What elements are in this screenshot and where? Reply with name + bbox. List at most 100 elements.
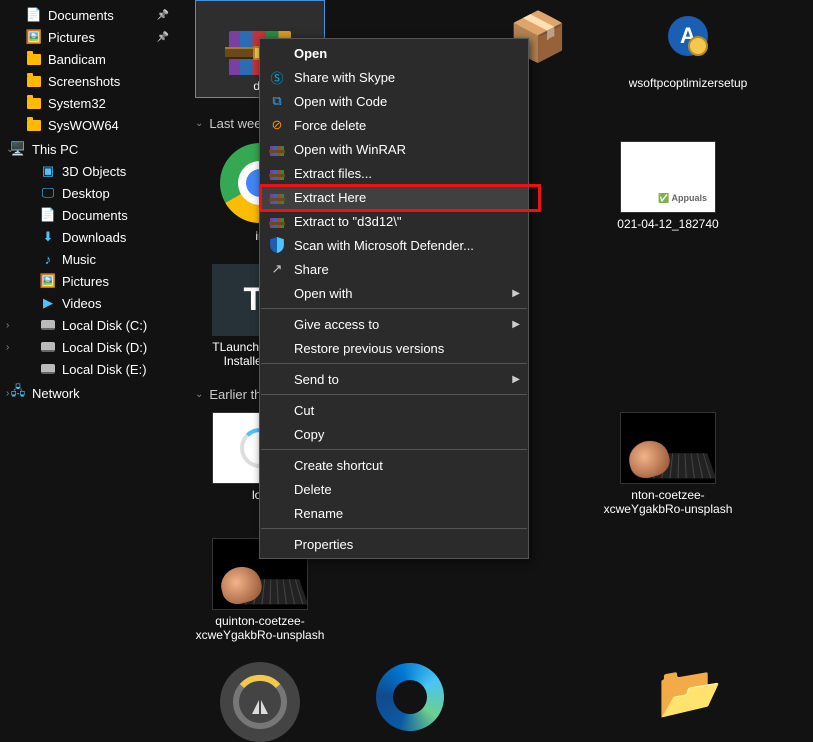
menu-extract-files[interactable]: Extract files... xyxy=(260,161,528,185)
chevron-right-icon: ▶ xyxy=(512,374,520,385)
nav-disk-e[interactable]: Local Disk (E:) xyxy=(0,358,175,380)
nav-pictures2[interactable]: 🖼️ Pictures xyxy=(0,270,175,292)
nav-pictures[interactable]: 🖼️ Pictures xyxy=(0,26,175,48)
menu-give-access[interactable]: Give access to ▶ xyxy=(260,312,528,336)
nav-screenshots[interactable]: Screenshots xyxy=(0,70,175,92)
documents-icon: 📄 xyxy=(26,7,42,23)
winrar-icon xyxy=(268,188,286,206)
file-overwatch[interactable] xyxy=(195,662,325,742)
image-thumb xyxy=(620,412,716,484)
file-label: nton-coetzee-xcweYgakbRo-unsplash - Copy xyxy=(603,488,733,518)
nav-thispc[interactable]: ⌄ 🖥️ This PC xyxy=(0,138,175,160)
menu-open[interactable]: Open xyxy=(260,41,528,65)
file-edge[interactable] xyxy=(345,662,475,742)
app-icon: A xyxy=(640,0,736,72)
file-screenshot[interactable]: ✅ Appuals 021-04-12_182740 xyxy=(603,141,733,243)
menu-open-with[interactable]: Open with ▶ xyxy=(260,281,528,305)
menu-separator xyxy=(261,528,527,529)
network-icon: 🖧 xyxy=(10,385,26,401)
nav-downloads[interactable]: ⬇ Downloads xyxy=(0,226,175,248)
file-wsoftpcoptimizer[interactable]: A wsoftpcoptimizersetup xyxy=(623,0,753,98)
menu-rename[interactable]: Rename xyxy=(260,501,528,525)
blank-icon xyxy=(268,456,286,474)
menu-extract-to[interactable]: Extract to "d3d12\" xyxy=(260,209,528,233)
defender-icon xyxy=(268,236,286,254)
menu-copy[interactable]: Copy xyxy=(260,422,528,446)
menu-restore-versions[interactable]: Restore previous versions xyxy=(260,336,528,360)
menu-defender-scan[interactable]: Scan with Microsoft Defender... xyxy=(260,233,528,257)
chevron-down-icon: ⌄ xyxy=(195,118,203,129)
menu-label: Cut xyxy=(294,403,314,418)
menu-label: Give access to xyxy=(294,317,379,332)
menu-label: Create shortcut xyxy=(294,458,383,473)
edge-icon xyxy=(376,662,444,732)
pictures-icon: 🖼️ xyxy=(40,273,56,289)
screenshot-thumb: ✅ Appuals xyxy=(620,141,716,213)
menu-share[interactable]: ↗ Share xyxy=(260,257,528,281)
menu-label: Extract files... xyxy=(294,166,372,181)
file-label: 021-04-12_182740 xyxy=(617,217,718,231)
chevron-right-icon: › xyxy=(6,388,9,399)
file-label: quinton-coetzee-xcweYgakbRo-unsplash xyxy=(195,614,325,643)
disk-icon xyxy=(40,361,56,377)
nav-syswow64[interactable]: SysWOW64 xyxy=(0,114,175,136)
menu-open-winrar[interactable]: Open with WinRAR xyxy=(260,137,528,161)
menu-share-skype[interactable]: Ⓢ Share with Skype xyxy=(260,65,528,89)
folder-icon xyxy=(26,117,42,133)
context-menu: Open Ⓢ Share with Skype ⧉ Open with Code… xyxy=(259,38,529,559)
nav-sidebar: 📄 Documents 🖼️ Pictures Bandicam Screens… xyxy=(0,0,175,609)
nav-label: SysWOW64 xyxy=(48,118,119,133)
menu-properties[interactable]: Properties xyxy=(260,532,528,556)
nav-documents2[interactable]: 📄 Documents xyxy=(0,204,175,226)
blank-icon xyxy=(268,44,286,62)
menu-open-code[interactable]: ⧉ Open with Code xyxy=(260,89,528,113)
nav-label: Local Disk (C:) xyxy=(62,318,147,333)
blank-icon xyxy=(268,339,286,357)
nav-label: Local Disk (E:) xyxy=(62,362,147,377)
menu-extract-here[interactable]: Extract Here xyxy=(260,185,528,209)
downloads-icon: ⬇ xyxy=(40,229,56,245)
blank-icon xyxy=(268,425,286,443)
desktop-icon: 🖵 xyxy=(40,185,56,201)
nav-documents[interactable]: 📄 Documents xyxy=(0,4,175,26)
winrar-icon xyxy=(268,212,286,230)
winrar-icon xyxy=(268,164,286,182)
blank-icon xyxy=(268,401,286,419)
menu-separator xyxy=(261,308,527,309)
blank-icon xyxy=(268,504,286,522)
nav-desktop[interactable]: 🖵 Desktop xyxy=(0,182,175,204)
nav-videos[interactable]: ▶ Videos xyxy=(0,292,175,314)
menu-delete[interactable]: Delete xyxy=(260,477,528,501)
menu-label: Open with xyxy=(294,286,353,301)
menu-cut[interactable]: Cut xyxy=(260,398,528,422)
nav-music[interactable]: ♪ Music xyxy=(0,248,175,270)
menu-separator xyxy=(261,394,527,395)
menu-label: Scan with Microsoft Defender... xyxy=(294,238,474,253)
menu-label: Rename xyxy=(294,506,343,521)
menu-label: Copy xyxy=(294,427,324,442)
menu-label: Properties xyxy=(294,537,353,552)
nav-label: Desktop xyxy=(62,186,110,201)
nav-label: 3D Objects xyxy=(62,164,126,179)
menu-label: Extract Here xyxy=(294,190,366,205)
nav-label: System32 xyxy=(48,96,106,111)
documents-icon: 📄 xyxy=(40,207,56,223)
winrar-icon xyxy=(268,140,286,158)
disk-icon xyxy=(40,317,56,333)
file-folder[interactable]: 📂 xyxy=(625,662,755,742)
nav-disk-d[interactable]: › Local Disk (D:) xyxy=(0,336,175,358)
menu-create-shortcut[interactable]: Create shortcut xyxy=(260,453,528,477)
chevron-right-icon: › xyxy=(6,342,9,353)
nav-disk-c[interactable]: › Local Disk (C:) xyxy=(0,314,175,336)
menu-label: Open xyxy=(294,46,327,61)
nav-bandicam[interactable]: Bandicam xyxy=(0,48,175,70)
menu-label: Restore previous versions xyxy=(294,341,444,356)
file-keyboard-copy[interactable]: nton-coetzee-xcweYgakbRo-unsplash - Copy xyxy=(603,412,733,518)
nav-system32[interactable]: System32 xyxy=(0,92,175,114)
nav-3dobjects[interactable]: ▣ 3D Objects xyxy=(0,160,175,182)
menu-send-to[interactable]: Send to ▶ xyxy=(260,367,528,391)
menu-label: Open with WinRAR xyxy=(294,142,406,157)
chevron-right-icon: ▶ xyxy=(512,319,520,330)
nav-network[interactable]: › 🖧 Network xyxy=(0,382,175,404)
menu-force-delete[interactable]: ⊘ Force delete xyxy=(260,113,528,137)
